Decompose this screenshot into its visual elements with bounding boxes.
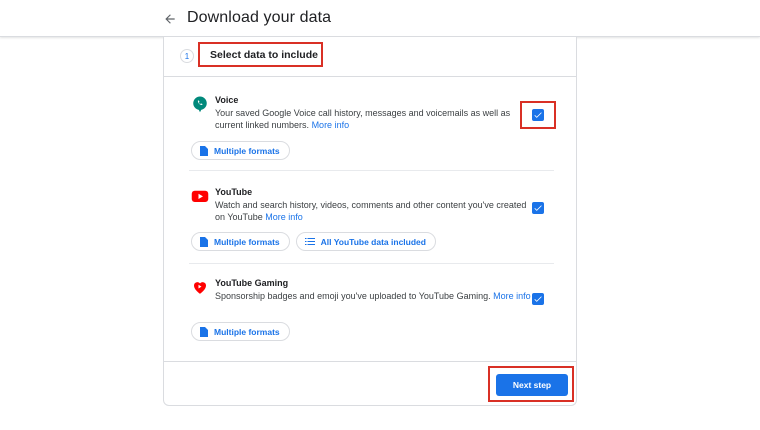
format-chips: Multiple formats <box>191 322 290 341</box>
file-icon <box>200 326 208 337</box>
footer-divider <box>164 361 576 362</box>
top-bar: Download your data <box>0 0 760 37</box>
product-description: Watch and search history, videos, commen… <box>215 199 535 223</box>
selection-card: 1 Select data to include Voice Your save… <box>163 37 577 406</box>
chip-label: All YouTube data included <box>320 236 426 247</box>
divider <box>189 263 554 264</box>
format-chips: Multiple formats <box>191 141 290 160</box>
product-name: YouTube Gaming <box>215 278 289 288</box>
list-icon <box>304 238 315 245</box>
chip-label: Multiple formats <box>214 236 280 247</box>
all-youtube-data-chip[interactable]: All YouTube data included <box>295 232 436 251</box>
page-title: Download your data <box>187 9 332 26</box>
chip-label: Multiple formats <box>214 145 280 156</box>
step-number: 1 <box>180 49 194 63</box>
next-step-highlight <box>488 366 574 402</box>
product-description: Your saved Google Voice call history, me… <box>215 107 535 131</box>
divider <box>189 170 554 171</box>
step-title-highlight <box>198 42 323 67</box>
include-youtube-checkbox[interactable] <box>532 202 544 214</box>
product-description: Sponsorship badges and emoji you've uplo… <box>215 290 535 302</box>
product-name: Voice <box>215 95 239 105</box>
checkbox-highlight <box>520 101 556 129</box>
description-text: Sponsorship badges and emoji you've uplo… <box>215 291 491 301</box>
more-info-link[interactable]: More info <box>312 120 350 130</box>
check-icon <box>534 205 542 211</box>
more-info-link[interactable]: More info <box>493 291 531 301</box>
youtube-gaming-icon <box>194 282 206 294</box>
check-icon <box>534 296 542 302</box>
arrow-back-icon <box>165 14 175 24</box>
include-youtube-gaming-checkbox[interactable] <box>532 293 544 305</box>
description-text: Your saved Google Voice call history, me… <box>215 108 511 130</box>
file-icon <box>200 145 208 156</box>
multiple-formats-chip[interactable]: Multiple formats <box>191 232 290 251</box>
step-header: 1 Select data to include <box>164 37 576 77</box>
format-chips: Multiple formats All YouTube data includ… <box>191 232 436 251</box>
chip-label: Multiple formats <box>214 326 280 337</box>
description-text: Watch and search history, videos, commen… <box>215 200 527 222</box>
multiple-formats-chip[interactable]: Multiple formats <box>191 141 290 160</box>
product-name: YouTube <box>215 187 253 197</box>
more-info-link[interactable]: More info <box>265 212 303 222</box>
voice-icon <box>193 96 207 113</box>
back-button[interactable] <box>159 8 181 30</box>
youtube-icon <box>191 190 209 202</box>
file-icon <box>200 236 208 247</box>
multiple-formats-chip[interactable]: Multiple formats <box>191 322 290 341</box>
